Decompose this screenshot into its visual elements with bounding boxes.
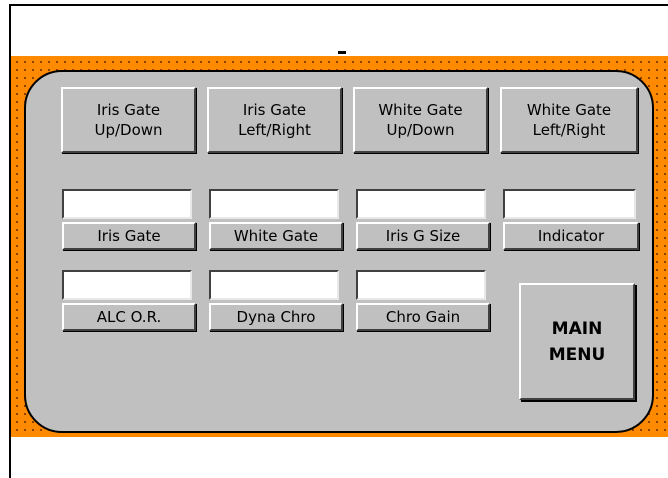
iris-gate-up-down-button[interactable]: Iris Gate Up/Down — [61, 87, 196, 153]
chro-gain-button[interactable]: Chro Gain — [356, 303, 490, 331]
alc-or-field[interactable] — [62, 270, 192, 300]
iris-gate-button[interactable]: Iris Gate — [62, 222, 196, 250]
dyna-chro-button[interactable]: Dyna Chro — [209, 303, 343, 331]
alc-or-button[interactable]: ALC O.R. — [62, 303, 196, 331]
indicator-field[interactable] — [503, 189, 636, 219]
main-menu-button[interactable]: MAIN MENU — [519, 283, 635, 400]
iris-g-size-field[interactable] — [356, 189, 486, 219]
indicator-button[interactable]: Indicator — [503, 222, 639, 250]
iris-g-size-button[interactable]: Iris G Size — [356, 222, 490, 250]
chro-gain-field[interactable] — [356, 270, 486, 300]
iris-gate-left-right-button[interactable]: Iris Gate Left/Right — [207, 87, 342, 153]
white-gate-button[interactable]: White Gate — [209, 222, 343, 250]
top-marker — [338, 51, 346, 54]
white-gate-field[interactable] — [209, 189, 339, 219]
dyna-chro-field[interactable] — [209, 270, 339, 300]
white-gate-up-down-button[interactable]: White Gate Up/Down — [353, 87, 488, 153]
white-gate-left-right-button[interactable]: White Gate Left/Right — [500, 87, 638, 153]
iris-gate-field[interactable] — [62, 189, 192, 219]
